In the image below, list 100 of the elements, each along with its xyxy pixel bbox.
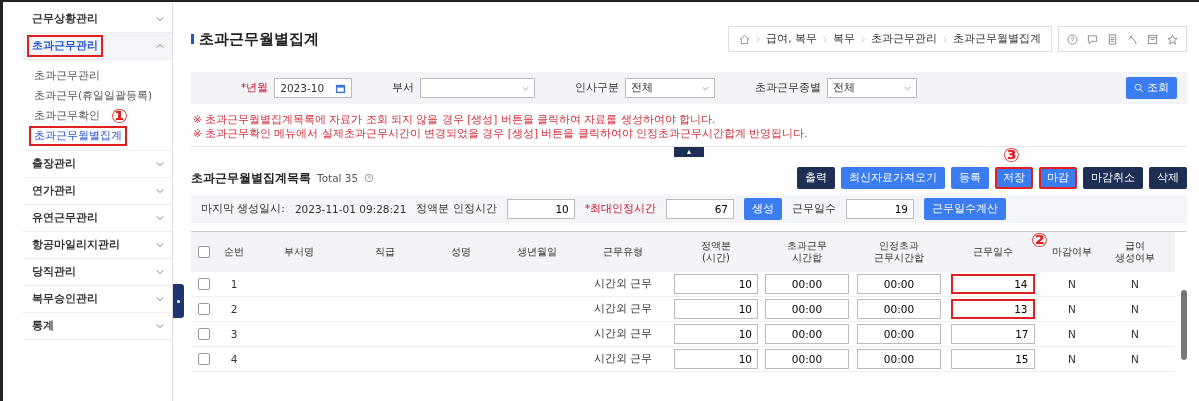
submenu-item[interactable]: 초과근무(휴일일괄등록) bbox=[29, 86, 158, 106]
info-label: 마지막 생성일시: bbox=[201, 202, 285, 216]
time-field[interactable]: 00:00 bbox=[857, 274, 941, 294]
caret-icon bbox=[522, 85, 530, 91]
select-field[interactable] bbox=[420, 78, 536, 98]
select-field[interactable]: 전체 bbox=[827, 78, 918, 98]
document-icon[interactable] bbox=[1107, 33, 1118, 45]
field-label: 인사구분 bbox=[575, 81, 620, 95]
window-icon[interactable] bbox=[1147, 33, 1158, 45]
checkbox[interactable] bbox=[198, 328, 210, 340]
caret-icon bbox=[702, 85, 710, 91]
search-icon bbox=[1134, 83, 1144, 93]
column-header: 직급 bbox=[375, 246, 395, 258]
chat-icon[interactable] bbox=[1087, 33, 1098, 45]
table-cell: 3 bbox=[230, 328, 238, 340]
number-field[interactable]: 14 bbox=[950, 274, 1035, 294]
table-cell: 시간외 근무 bbox=[593, 352, 653, 366]
help-icon[interactable] bbox=[1067, 33, 1078, 45]
action-button[interactable]: 마감 bbox=[1039, 167, 1077, 189]
field-label: *년월 bbox=[241, 81, 269, 95]
column-header: 마감여부 bbox=[1052, 246, 1092, 258]
number-field[interactable]: 67 bbox=[666, 199, 734, 219]
checkbox[interactable] bbox=[198, 246, 210, 258]
menu-item[interactable]: 통계 bbox=[27, 315, 59, 337]
menu-item[interactable]: 연가관리 bbox=[27, 180, 81, 202]
column-header: 순번 bbox=[224, 246, 244, 258]
action-button[interactable]: 삭제 bbox=[1149, 167, 1187, 189]
date-field[interactable]: 2023-10 bbox=[274, 78, 353, 98]
time-field[interactable]: 00:00 bbox=[765, 324, 849, 344]
notice-text: ※ 초과근무월별집계목록에 자료가 조회 되지 않을 경우 [생성] 버튼을 클릭하여 자료를 생성하여야 합니다. bbox=[193, 112, 717, 126]
breadcrumb-link[interactable]: 급여, 복무 bbox=[766, 32, 817, 46]
action-button[interactable]: 마감취소 bbox=[1083, 167, 1143, 189]
number-field[interactable]: 10 bbox=[674, 299, 758, 319]
field-label: 부서 bbox=[392, 81, 415, 95]
time-field[interactable]: 00:00 bbox=[857, 324, 941, 344]
home-icon[interactable] bbox=[739, 33, 751, 45]
star-icon[interactable] bbox=[1167, 33, 1178, 45]
number-field[interactable]: 10 bbox=[674, 274, 758, 294]
field-label: 초과근무종별 bbox=[755, 81, 822, 95]
menu-item[interactable]: 항공마일리지관리 bbox=[27, 234, 125, 256]
chevron-icon bbox=[861, 35, 865, 43]
column-header: 근무유형 bbox=[603, 246, 643, 258]
table-cell: N bbox=[1068, 278, 1076, 290]
time-field[interactable]: 00:00 bbox=[765, 349, 849, 369]
time-field[interactable]: 00:00 bbox=[857, 299, 941, 319]
search-button[interactable]: 조회 bbox=[1126, 77, 1177, 99]
number-field[interactable]: 19 bbox=[846, 199, 914, 219]
calendar-icon[interactable] bbox=[335, 82, 347, 94]
checkbox[interactable] bbox=[198, 303, 210, 315]
sidebar-toggle[interactable] bbox=[173, 284, 184, 318]
menu-item[interactable]: 당직관리 bbox=[27, 261, 81, 283]
table-cell: N bbox=[1131, 303, 1139, 315]
time-field[interactable]: 00:00 bbox=[765, 299, 849, 319]
info-label: *최대인정시간 bbox=[584, 202, 656, 216]
number-field[interactable]: 10 bbox=[506, 199, 575, 219]
table-cell: 시간외 근무 bbox=[593, 302, 653, 316]
checkbox[interactable] bbox=[198, 278, 210, 290]
number-field[interactable]: 10 bbox=[674, 324, 758, 344]
menu-item[interactable]: 근무상황관리 bbox=[27, 8, 103, 30]
refresh-icon[interactable] bbox=[364, 173, 375, 183]
action-button[interactable]: 저장 bbox=[995, 167, 1033, 189]
info-label: 근무일수 bbox=[792, 202, 836, 216]
menu-item[interactable]: 초과근무관리 bbox=[27, 35, 103, 57]
table-cell: N bbox=[1068, 328, 1076, 340]
time-field[interactable]: 00:00 bbox=[765, 274, 849, 294]
column-header: 성명 bbox=[451, 246, 471, 258]
table-cell: 1 bbox=[230, 278, 238, 290]
step-marker: ① bbox=[111, 106, 128, 126]
number-field[interactable]: 17 bbox=[950, 324, 1035, 344]
number-field[interactable]: 15 bbox=[950, 349, 1035, 369]
chevron-icon bbox=[823, 35, 827, 43]
chevron-icon bbox=[943, 35, 947, 43]
column-header: 부서명 bbox=[284, 246, 314, 258]
submenu-item[interactable]: 초과근무확인 bbox=[29, 106, 105, 126]
breadcrumb-link[interactable]: 복무 bbox=[833, 32, 855, 46]
action-button[interactable]: 등록 bbox=[951, 167, 989, 189]
generate-button[interactable]: 생성 bbox=[744, 198, 782, 220]
menu-item[interactable]: 유연근무관리 bbox=[27, 207, 103, 229]
table-cell: 4 bbox=[230, 353, 238, 365]
table-cell: 시간외 근무 bbox=[593, 327, 653, 341]
number-field[interactable]: 13 bbox=[950, 299, 1035, 319]
breadcrumb-link[interactable]: 초과근무관리 bbox=[871, 32, 937, 46]
number-field[interactable]: 10 bbox=[674, 349, 758, 369]
breadcrumb-link[interactable]: 초과근무월별집계 bbox=[953, 32, 1041, 46]
column-header: 정액분 (시간) bbox=[701, 240, 731, 264]
time-field[interactable]: 00:00 bbox=[857, 349, 941, 369]
column-header: 초과근무 시간합 bbox=[787, 240, 827, 264]
select-field[interactable]: 전체 bbox=[625, 78, 716, 98]
action-button[interactable]: 최신자료가져오기 bbox=[841, 167, 945, 189]
table-cell: N bbox=[1131, 353, 1139, 365]
submenu-item[interactable]: 초과근무월별집계 bbox=[29, 126, 127, 146]
notice-text: ※ 초과근무확인 메뉴에서 실제초과근무시간이 변경되었을 경우 [생성] 버튼을 클릭하여야 인정초과근무시간합계 반영됩니다. bbox=[193, 126, 809, 140]
checkbox[interactable] bbox=[198, 353, 210, 365]
menu-item[interactable]: 복무승인관리 bbox=[27, 288, 103, 310]
info-label: 정액분 인정시간 bbox=[416, 202, 497, 216]
calculate-button[interactable]: 근무일수계산 bbox=[924, 198, 1006, 220]
table-cell: N bbox=[1068, 303, 1076, 315]
action-button[interactable]: 출력 bbox=[797, 167, 835, 189]
submenu-item[interactable]: 초과근무관리 bbox=[29, 66, 105, 86]
menu-item[interactable]: 출장관리 bbox=[27, 153, 81, 175]
